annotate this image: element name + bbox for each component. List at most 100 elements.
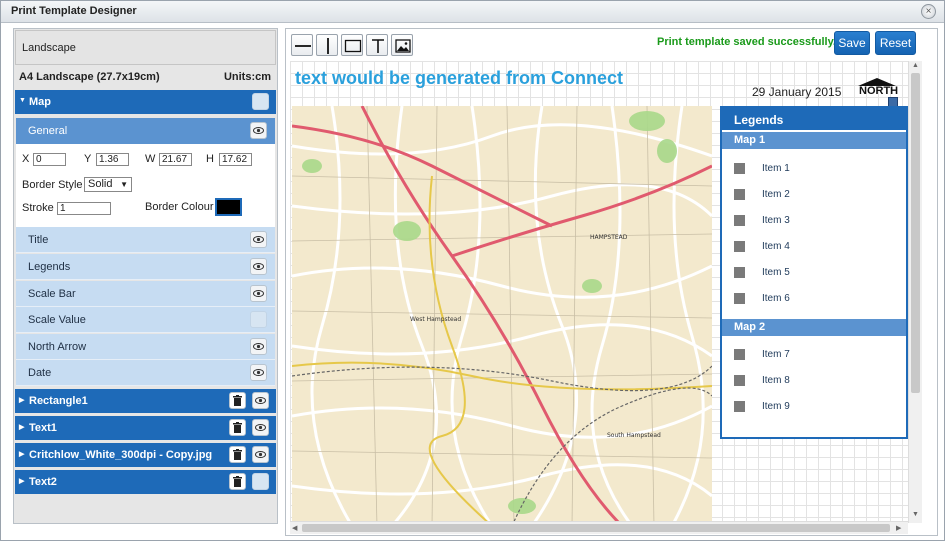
- eye-icon: [255, 451, 266, 458]
- image-tool[interactable]: [391, 34, 413, 56]
- legend-swatch: [734, 189, 745, 200]
- scale-bar-visibility-button[interactable]: [250, 285, 267, 302]
- scroll-down-icon[interactable]: ▼: [912, 511, 919, 518]
- image-icon: [395, 39, 411, 53]
- delete-image-button[interactable]: [229, 446, 246, 463]
- caret-right-icon: ▶: [19, 397, 25, 404]
- general-visibility-button[interactable]: [250, 122, 267, 139]
- rectangle-tool[interactable]: [341, 34, 363, 56]
- eye-icon: [253, 127, 264, 134]
- title-bar: Print Template Designer ×: [1, 1, 944, 23]
- map-label-hampstead: HAMPSTEAD: [590, 234, 628, 241]
- date-element[interactable]: 29 January 2015: [752, 85, 841, 99]
- date-visibility-button[interactable]: [250, 364, 267, 381]
- template-name[interactable]: Landscape: [15, 30, 276, 65]
- legend-item-label: Item 7: [762, 349, 790, 360]
- vertical-scrollbar[interactable]: ▲ ▼: [908, 61, 922, 523]
- element-header-text2[interactable]: ▶ Text2: [15, 470, 276, 494]
- delete-text1-button[interactable]: [229, 419, 246, 436]
- trash-icon: [233, 395, 242, 406]
- scale-value-visibility-button[interactable]: [250, 311, 267, 328]
- general-subsection-header[interactable]: General: [16, 118, 275, 144]
- legends-visibility-button[interactable]: [250, 258, 267, 275]
- close-icon[interactable]: ×: [921, 4, 936, 19]
- vertical-scroll-thumb[interactable]: [911, 73, 920, 393]
- line-horizontal-icon: [295, 45, 311, 47]
- caret-down-icon: ▼: [19, 97, 26, 104]
- x-input[interactable]: 0: [33, 153, 66, 166]
- sub-item-title[interactable]: Title: [16, 227, 275, 253]
- legend-swatch: [734, 241, 745, 252]
- map-visibility-toggle[interactable]: [252, 93, 269, 110]
- trash-icon: [233, 476, 242, 487]
- stroke-input[interactable]: 1: [57, 202, 111, 215]
- border-style-select[interactable]: Solid ▼: [84, 177, 132, 192]
- text-icon: [372, 39, 384, 53]
- text1-visibility-button[interactable]: [252, 419, 269, 436]
- layout-canvas[interactable]: text would be generated from Connect 29 …: [290, 61, 910, 521]
- rectangle-icon: [344, 39, 362, 53]
- units-label: Units:cm: [223, 71, 271, 83]
- element-header-text1[interactable]: ▶ Text1: [15, 416, 276, 440]
- element-header-image[interactable]: ▶ Critchlow_White_300dpi - Copy.jpg: [15, 443, 276, 467]
- legend-swatch: [734, 267, 745, 278]
- sub-item-scale-value[interactable]: Scale Value: [16, 307, 275, 333]
- north-arrow-visibility-button[interactable]: [250, 338, 267, 355]
- eye-icon: [253, 236, 264, 243]
- element-header-rectangle1[interactable]: ▶ Rectangle1: [15, 389, 276, 413]
- sub-item-scale-bar[interactable]: Scale Bar: [16, 281, 275, 307]
- scroll-right-icon[interactable]: ▶: [896, 524, 901, 532]
- legend-item-label: Item 9: [762, 401, 790, 412]
- h-input[interactable]: 17.62: [219, 153, 252, 166]
- map-section-header[interactable]: ▼ Map: [15, 90, 276, 114]
- w-input[interactable]: 21.67: [159, 153, 192, 166]
- sub-item-label: North Arrow: [28, 341, 87, 353]
- legend-item-label: Item 8: [762, 375, 790, 386]
- legend-swatch: [734, 163, 745, 174]
- border-style-value: Solid: [88, 178, 113, 190]
- legend-swatch: [734, 293, 745, 304]
- border-colour-swatch[interactable]: [215, 198, 242, 216]
- delete-rectangle1-button[interactable]: [229, 392, 246, 409]
- y-label: Y: [84, 153, 92, 165]
- general-label: General: [28, 125, 68, 137]
- text2-visibility-button[interactable]: [252, 473, 269, 490]
- sub-item-legends[interactable]: Legends: [16, 254, 275, 280]
- trash-icon: [233, 422, 242, 433]
- sub-item-date[interactable]: Date: [16, 360, 275, 386]
- sub-item-north-arrow[interactable]: North Arrow: [16, 334, 275, 360]
- legend-swatch: [734, 401, 745, 412]
- border-style-label: Border Style: [22, 179, 83, 191]
- map-element[interactable]: HAMPSTEAD West Hampstead South Hampstead: [292, 106, 712, 521]
- reset-button[interactable]: Reset: [875, 31, 916, 55]
- legend-title: Legends: [722, 108, 906, 130]
- scroll-up-icon[interactable]: ▲: [912, 62, 919, 69]
- element-label: Critchlow_White_300dpi - Copy.jpg: [29, 449, 213, 461]
- rectangle1-visibility-button[interactable]: [252, 392, 269, 409]
- element-label: Text1: [29, 422, 57, 434]
- line-vertical-tool[interactable]: [316, 34, 338, 56]
- image-visibility-button[interactable]: [252, 446, 269, 463]
- title-visibility-button[interactable]: [250, 231, 267, 248]
- legend-element[interactable]: Legends Map 1 Item 1 Item 2 Item 3 Item …: [720, 106, 908, 439]
- horizontal-scroll-thumb[interactable]: [302, 524, 890, 532]
- north-arrow-element[interactable]: NORTH: [856, 77, 898, 107]
- scroll-left-icon[interactable]: ◀: [292, 524, 297, 532]
- general-properties: X 0 Y 1.36 W 21.67 H 17.62 Border Style …: [16, 144, 275, 228]
- status-message: Print template saved successfully.: [657, 36, 836, 48]
- stroke-label: Stroke: [22, 202, 54, 214]
- designer-canvas-panel: Print template saved successfully. Save …: [285, 28, 938, 536]
- text-tool[interactable]: [366, 34, 388, 56]
- caret-right-icon: ▶: [19, 451, 25, 458]
- caret-right-icon: ▶: [19, 478, 25, 485]
- save-button[interactable]: Save: [834, 31, 870, 55]
- border-colour-label: Border Colour: [145, 201, 214, 213]
- line-horizontal-tool[interactable]: [291, 34, 313, 56]
- text-element[interactable]: text would be generated from Connect: [295, 68, 623, 89]
- paper-size-row: A4 Landscape (27.7x19cm) Units:cm: [15, 67, 276, 88]
- horizontal-scrollbar[interactable]: ◀ ▶: [290, 521, 908, 534]
- delete-text2-button[interactable]: [229, 473, 246, 490]
- map-section-label: Map: [29, 96, 51, 108]
- y-input[interactable]: 1.36: [96, 153, 129, 166]
- legend-item-label: Item 5: [762, 267, 790, 278]
